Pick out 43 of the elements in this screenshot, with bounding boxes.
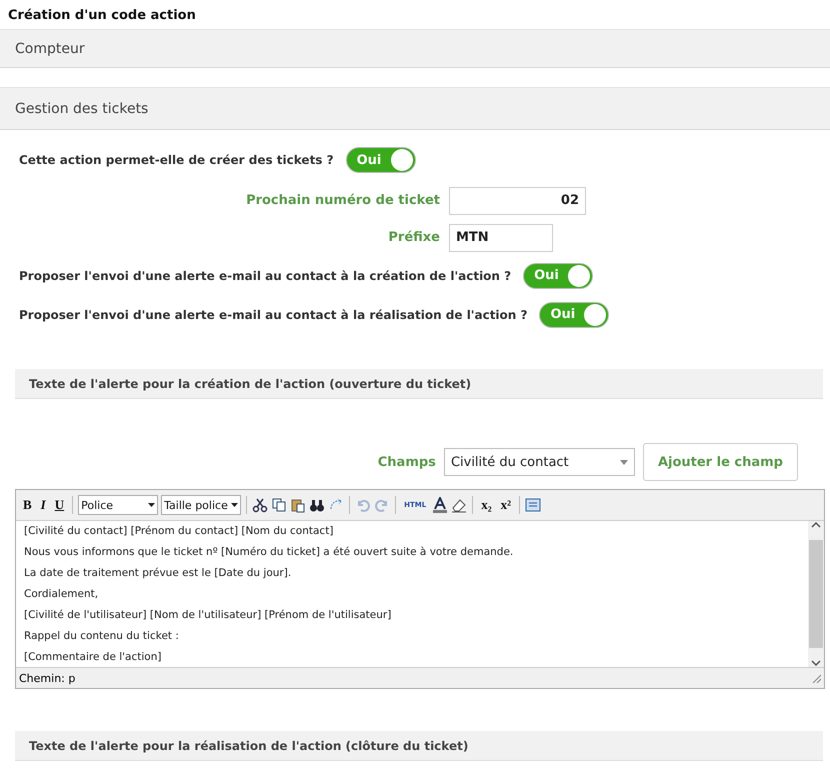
editor-text-line: Rappel du contenu du ticket : [24,630,180,642]
editor-text-line: [Civilité du contact] [Prénom du contact] [Nom du contact] [24,525,334,537]
subsection-header: Texte de l'alerte pour la création de l'action (ouverture du ticket) [15,369,823,399]
field-label: Préfixe [387,230,441,245]
font-color-icon[interactable] [432,497,448,513]
scroll-up-icon[interactable] [811,521,821,529]
text-field[interactable]: 02 [449,186,586,214]
binoculars-icon[interactable] [309,497,326,513]
text-field[interactable]: MTN [449,224,553,252]
scrollbar[interactable] [808,521,824,667]
field-label: Champs [378,454,436,470]
path-label: Chemin: p [19,672,76,684]
caret-icon [231,503,238,507]
section-header[interactable]: Gestion des tickets [0,87,830,130]
section-header[interactable]: Compteur [0,29,830,68]
question-label: Proposer l'envoi d'une alerte e-mail au contact à la réalisation de l'action ? [19,308,528,322]
editor-text-line: Nous vous informons que le ticket nº [Numéro du ticket] a été ouvert suite à votre demande. [24,546,514,558]
champs-dropdown[interactable]: Civilité du contact [444,448,635,476]
format-button[interactable]: x₂ [478,495,495,515]
editor-text-line: La date de traitement prévue est le [Date du jour]. [24,567,292,579]
format-button[interactable]: I [38,495,49,515]
subsection-header: Texte de l'alerte pour la réalisation de l'action (clôture du ticket) [15,731,823,761]
editor-text-line: Cordialement, [24,588,100,600]
scroll-down-icon[interactable] [811,659,821,667]
editor-text-line: [Commentaire de l'action] [24,651,162,663]
toolbar-dropdown[interactable]: Taille police [161,495,242,515]
question-label: Cette action permet-elle de créer des tickets ? [19,153,334,167]
eraser-icon[interactable] [451,497,468,513]
fullscreen-icon[interactable] [525,497,541,513]
question-label: Proposer l'envoi d'une alerte e-mail au contact à la création de l'action ? [19,268,512,282]
copy-icon[interactable] [271,497,288,513]
paste-icon[interactable] [290,497,306,513]
format-button[interactable]: U [52,495,68,515]
format-button[interactable]: B [20,495,35,515]
editor-text-line: [Civilité de l'utilisateur] [Nom de l'utilisateur] [Prénom de l'utilisateur] [24,609,392,621]
resize-grip-icon[interactable] [811,673,821,683]
format-button[interactable]: x² [498,495,514,515]
caret-icon [620,460,628,464]
scissors-icon[interactable] [252,497,268,513]
field-label: Prochain numéro de ticket [245,193,441,208]
caret-icon [148,503,156,507]
toolbar-dropdown[interactable]: Police [78,495,158,515]
page-title: Création d'un code action [7,7,197,25]
